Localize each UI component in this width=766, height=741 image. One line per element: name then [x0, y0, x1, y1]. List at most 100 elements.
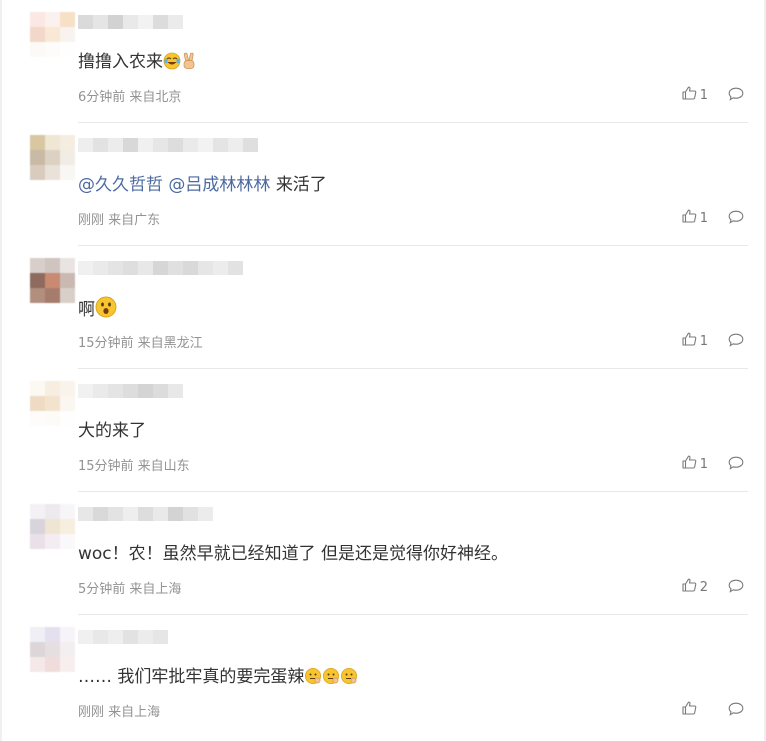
username-pixel	[108, 384, 123, 398]
comment-body: …… 我们牢批牢真的要完蛋辣	[78, 667, 305, 687]
mention-link[interactable]: @吕成林林林	[168, 175, 270, 195]
like-button[interactable]	[682, 701, 708, 719]
username-pixel	[138, 138, 153, 152]
avatar-pixel	[45, 42, 60, 57]
username-blurred[interactable]	[78, 507, 213, 521]
avatar-pixel	[45, 642, 60, 657]
avatar-pixel	[60, 12, 75, 27]
username-pixel	[183, 261, 198, 275]
laughing-tears-emoji	[163, 52, 181, 77]
pondering-face-emoji	[304, 667, 322, 692]
reply-button[interactable]	[728, 209, 744, 228]
username-blurred[interactable]	[78, 630, 168, 644]
avatar[interactable]	[30, 135, 76, 181]
comment-body: 来活了	[275, 175, 327, 195]
like-count: 1	[699, 456, 708, 472]
avatar[interactable]	[30, 12, 76, 58]
like-button[interactable]: 1	[682, 455, 708, 473]
username-pixel	[153, 384, 168, 398]
avatar-pixel	[45, 657, 60, 672]
comment-bubble-icon	[728, 86, 744, 105]
comment-bubble-icon	[728, 332, 744, 351]
username-pixel	[153, 138, 168, 152]
username-pixel	[138, 630, 153, 644]
reply-button[interactable]	[728, 86, 744, 105]
reply-button[interactable]	[728, 701, 744, 720]
username-pixel	[123, 15, 138, 29]
comment-actions: 1	[682, 454, 744, 474]
reply-button[interactable]	[728, 332, 744, 351]
like-button[interactable]: 1	[682, 209, 708, 227]
avatar-pixel	[60, 165, 75, 180]
avatar[interactable]	[30, 504, 76, 550]
avatar-pixel	[30, 381, 45, 396]
avatar-pixel	[30, 135, 45, 150]
avatar-pixel	[45, 396, 60, 411]
username-pixel	[198, 138, 213, 152]
comment-meta: 15分钟前 来自山东	[78, 459, 190, 474]
username-pixel	[123, 630, 138, 644]
avatar-pixel	[30, 627, 45, 642]
comment-actions: 1	[682, 331, 744, 351]
mention-link[interactable]: @久久哲哲	[78, 175, 163, 195]
username-pixel	[213, 261, 228, 275]
username-pixel	[93, 384, 108, 398]
avatar[interactable]	[30, 381, 76, 427]
comment-bubble-icon	[728, 455, 744, 474]
avatar-pixel	[45, 165, 60, 180]
avatar-pixel	[30, 258, 45, 273]
avatar[interactable]	[30, 627, 76, 673]
like-button[interactable]: 1	[682, 332, 708, 350]
avatar-pixel	[45, 288, 60, 303]
avatar-pixel	[45, 627, 60, 642]
username-pixel	[78, 261, 93, 275]
username-pixel	[138, 261, 153, 275]
like-button[interactable]: 1	[682, 86, 708, 104]
comment-text: 大的来了	[78, 419, 146, 443]
username-blurred[interactable]	[78, 15, 183, 29]
thumbs-up-icon	[682, 209, 697, 227]
username-pixel	[153, 630, 168, 644]
username-pixel	[228, 261, 243, 275]
avatar-pixel	[45, 258, 60, 273]
comment-item: …… 我们牢批牢真的要完蛋辣 刚刚 来自上海	[0, 615, 766, 738]
username-pixel	[78, 630, 93, 644]
victory-hand-emoji	[181, 52, 197, 77]
comment-body: 撸撸入农来	[78, 52, 163, 72]
like-button[interactable]: 2	[682, 578, 708, 596]
like-count: 1	[699, 210, 708, 226]
username-pixel	[93, 15, 108, 29]
username-pixel	[108, 261, 123, 275]
like-count: 1	[699, 333, 708, 349]
surprised-face-emoji	[95, 296, 117, 325]
avatar-pixel	[60, 534, 75, 549]
avatar-pixel	[60, 258, 75, 273]
avatar-pixel	[60, 381, 75, 396]
avatar-pixel	[30, 396, 45, 411]
comment-actions: 1	[682, 85, 744, 105]
username-pixel	[138, 507, 153, 521]
username-blurred[interactable]	[78, 138, 258, 152]
avatar[interactable]	[30, 258, 76, 304]
username-pixel	[123, 138, 138, 152]
username-pixel	[168, 15, 183, 29]
avatar-pixel	[60, 396, 75, 411]
comment-text: @久久哲哲 @吕成林林林 来活了	[78, 173, 327, 197]
comment-meta: 6分钟前 来自北京	[78, 90, 182, 105]
avatar-pixel	[45, 411, 60, 426]
avatar-pixel	[30, 12, 45, 27]
comment-bubble-icon	[728, 209, 744, 228]
avatar-pixel	[30, 150, 45, 165]
avatar-pixel	[60, 642, 75, 657]
avatar-pixel	[30, 657, 45, 672]
avatar-pixel	[30, 42, 45, 57]
reply-button[interactable]	[728, 578, 744, 597]
username-pixel	[168, 384, 183, 398]
username-blurred[interactable]	[78, 384, 183, 398]
username-pixel	[153, 261, 168, 275]
username-pixel	[78, 507, 93, 521]
reply-button[interactable]	[728, 455, 744, 474]
thumbs-up-icon	[682, 701, 697, 719]
username-blurred[interactable]	[78, 261, 243, 275]
comment-text: 啊	[78, 296, 117, 325]
